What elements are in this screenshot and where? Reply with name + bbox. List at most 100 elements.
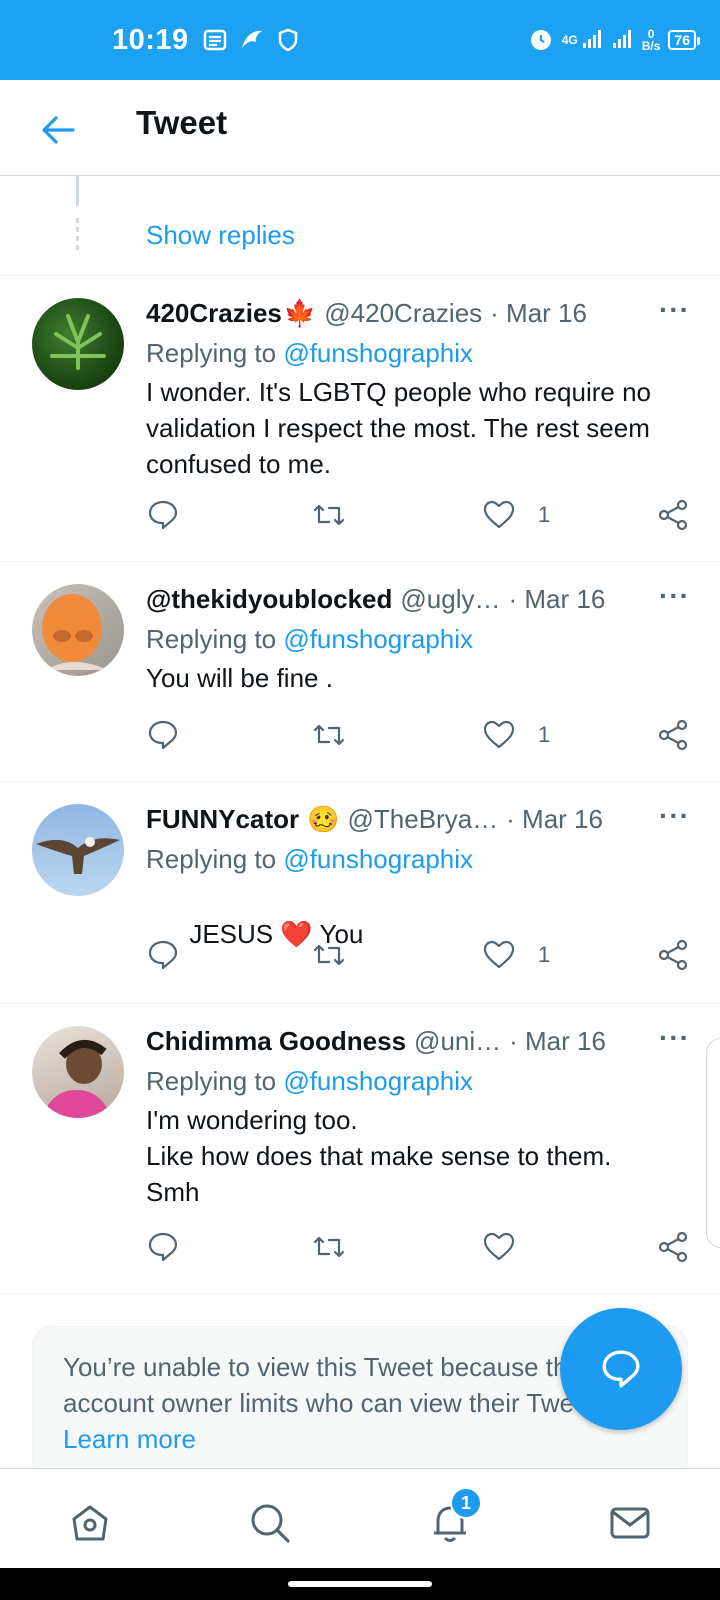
retweet-button[interactable] (312, 938, 346, 972)
tweet-actions: 1 (146, 498, 690, 538)
compose-reply-button[interactable] (560, 1308, 682, 1430)
top-header: Tweet (0, 80, 720, 176)
message-icon (203, 29, 227, 51)
share-icon (658, 1231, 688, 1263)
avatar[interactable] (32, 298, 124, 390)
like-count: 1 (538, 722, 551, 747)
reply-icon (148, 720, 178, 750)
more-options-button[interactable]: ··· (659, 1022, 690, 1054)
like-button[interactable]: 1 (482, 938, 550, 972)
like-count: 1 (538, 942, 551, 967)
person-photo-icon (42, 594, 108, 670)
scroll-handle[interactable] (706, 1038, 720, 1248)
retweet-icon (313, 944, 345, 966)
reply-button[interactable] (146, 938, 180, 972)
retweet-icon (313, 1236, 345, 1258)
more-options-button[interactable]: ··· (659, 580, 690, 612)
nav-home[interactable] (66, 1499, 114, 1547)
tweet-actions: 1 (146, 938, 690, 978)
tweet-item[interactable]: FUNNYcator 🥴 @TheBrya… · Mar 16 ··· Repl… (0, 782, 720, 1004)
mention-link[interactable]: @funshographix (283, 624, 473, 654)
show-replies-link[interactable]: Show replies (146, 220, 295, 251)
status-time: 10:19 (112, 23, 189, 56)
mention-link[interactable]: @funshographix (283, 338, 473, 368)
tweet-date[interactable]: · Mar 16 (509, 1026, 606, 1057)
replying-to: Replying to @funshographix (146, 338, 473, 369)
tweet-item[interactable]: Chidimma Goodness @uni… · Mar 16 ··· Rep… (0, 1004, 720, 1294)
mention-link[interactable]: @funshographix (283, 1066, 473, 1096)
more-options-button[interactable]: ··· (659, 294, 690, 326)
learn-more-link[interactable]: Learn more (63, 1424, 196, 1454)
share-button[interactable] (656, 718, 690, 752)
heart-icon (483, 940, 515, 969)
author-name[interactable]: Chidimma Goodness (146, 1026, 406, 1057)
replying-to: Replying to @funshographix (146, 1066, 473, 1097)
share-icon (658, 939, 688, 971)
retweet-button[interactable] (312, 718, 346, 752)
show-replies-row: Show replies (0, 176, 720, 276)
share-button[interactable] (656, 1230, 690, 1264)
alarm-icon (528, 26, 554, 55)
replies-feed[interactable]: Show replies 420Crazies 🍁 @420Crazies · … (0, 176, 720, 1468)
reply-button[interactable] (146, 718, 180, 752)
signal-icon-2 (612, 29, 634, 52)
tweet-item[interactable]: 420Crazies 🍁 @420Crazies · Mar 16 ··· Re… (0, 276, 720, 562)
avatar[interactable] (32, 804, 124, 896)
network-type: 4G (561, 33, 578, 47)
nav-search[interactable] (246, 1499, 294, 1547)
more-options-button[interactable]: ··· (659, 800, 690, 832)
eagle-photo-icon (36, 837, 120, 874)
search-icon (251, 1504, 290, 1543)
author-handle: @TheBrya… (347, 804, 499, 834)
avatar[interactable] (32, 584, 124, 676)
back-button[interactable] (38, 110, 78, 150)
author-name[interactable]: 420Crazies (146, 298, 282, 329)
woozy-face-icon: 🥴 (307, 804, 340, 834)
author-name[interactable]: FUNNYcator (146, 804, 299, 835)
share-button[interactable] (656, 498, 690, 532)
share-button[interactable] (656, 938, 690, 972)
tweet-item[interactable]: @thekidyoublocked @ugly… · Mar 16 ··· Re… (0, 562, 720, 782)
author-handle: @420Crazies (324, 298, 483, 328)
reply-bubble-icon (602, 1350, 640, 1388)
retweet-button[interactable] (312, 498, 346, 532)
retweet-icon (313, 724, 345, 746)
thread-line (76, 176, 79, 206)
heart-icon (483, 1232, 515, 1261)
mail-icon (610, 1507, 650, 1539)
tweet-header: FUNNYcator 🥴 @TheBrya… · Mar 16 (146, 804, 720, 835)
data-speed: 0 B/s (642, 28, 661, 52)
like-button[interactable] (482, 1230, 538, 1264)
heart-icon (483, 500, 515, 529)
like-button[interactable]: 1 (482, 718, 550, 752)
shield-icon (277, 28, 299, 52)
tweet-date[interactable]: · Mar 16 (508, 584, 605, 615)
author-name[interactable]: @thekidyoublocked (146, 584, 392, 615)
tweet-date[interactable]: · Mar 16 (490, 298, 587, 329)
author-handle: @uni… (414, 1026, 502, 1056)
home-gesture-bar[interactable] (288, 1581, 432, 1587)
replying-prefix: Replying to (146, 338, 284, 368)
tweet-text: I'm wondering too. Like how does that ma… (146, 1105, 612, 1207)
maple-leaf-icon: 🍁 (283, 298, 317, 328)
tweet-header: 420Crazies 🍁 @420Crazies · Mar 16 (146, 298, 720, 329)
retweet-button[interactable] (312, 1230, 346, 1264)
cannabis-leaf-icon (50, 314, 106, 370)
page-title: Tweet (136, 104, 228, 141)
notice-text: You’re unable to view this Tweet because… (63, 1352, 616, 1418)
nav-messages[interactable] (606, 1499, 654, 1547)
tweet-date[interactable]: · Mar 16 (506, 804, 603, 835)
tweet-actions: 1 (146, 718, 690, 758)
avatar[interactable] (32, 1026, 124, 1118)
share-icon (658, 499, 688, 531)
like-button[interactable]: 1 (482, 498, 550, 532)
replying-to: Replying to @funshographix (146, 624, 473, 655)
replying-prefix: Replying to (146, 844, 284, 874)
mention-link[interactable]: @funshographix (283, 844, 473, 874)
reply-button[interactable] (146, 1230, 180, 1264)
tweet-header: Chidimma Goodness @uni… · Mar 16 (146, 1026, 720, 1057)
battery-indicator: 76 (668, 30, 700, 50)
heart-icon (483, 720, 515, 749)
reply-button[interactable] (146, 498, 180, 532)
thread-dots (76, 218, 79, 254)
